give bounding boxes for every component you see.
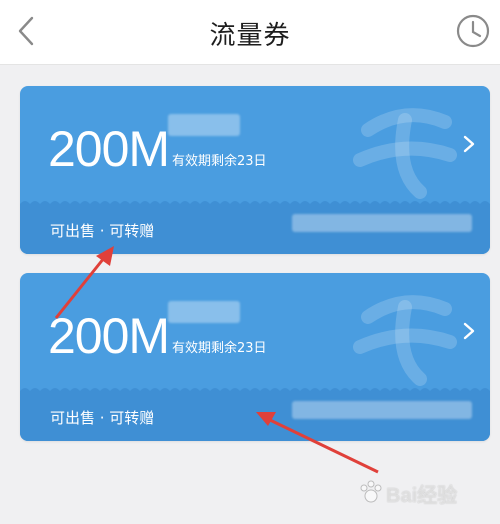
history-button[interactable]	[454, 12, 492, 50]
paw-logo-icon	[360, 480, 382, 503]
redacted-code	[292, 214, 472, 232]
annotation-arrows	[54, 246, 379, 474]
chevron-right-icon	[463, 322, 475, 340]
coupon-validity: 有效期剩余23日	[172, 154, 267, 169]
clock-icon	[456, 14, 490, 48]
chevron-right-icon	[463, 135, 475, 153]
redacted-code	[292, 401, 472, 419]
redacted-name	[168, 301, 240, 323]
watermark-text: Bai经验	[386, 485, 458, 507]
top-bar: 流量券	[0, 0, 500, 65]
page-title: 流量券	[209, 21, 291, 51]
coupon-tags: 可出售 · 可转赠	[50, 409, 155, 427]
telecom-logo-icon	[353, 108, 457, 199]
coupon-amount: 200M	[48, 121, 170, 177]
coupon-card[interactable]: 200M 有效期剩余23日 可出售 · 可转赠	[20, 273, 490, 441]
site-watermark: Bai经验	[356, 473, 476, 513]
telecom-logo-icon	[353, 295, 457, 386]
coupon-amount: 200M	[48, 308, 170, 364]
coupon-card[interactable]: 200M 有效期剩余23日 可出售 · 可转赠	[20, 86, 490, 254]
coupon-validity: 有效期剩余23日	[172, 341, 267, 356]
redacted-name	[168, 114, 240, 136]
coupon-tags: 可出售 · 可转赠	[50, 222, 155, 240]
